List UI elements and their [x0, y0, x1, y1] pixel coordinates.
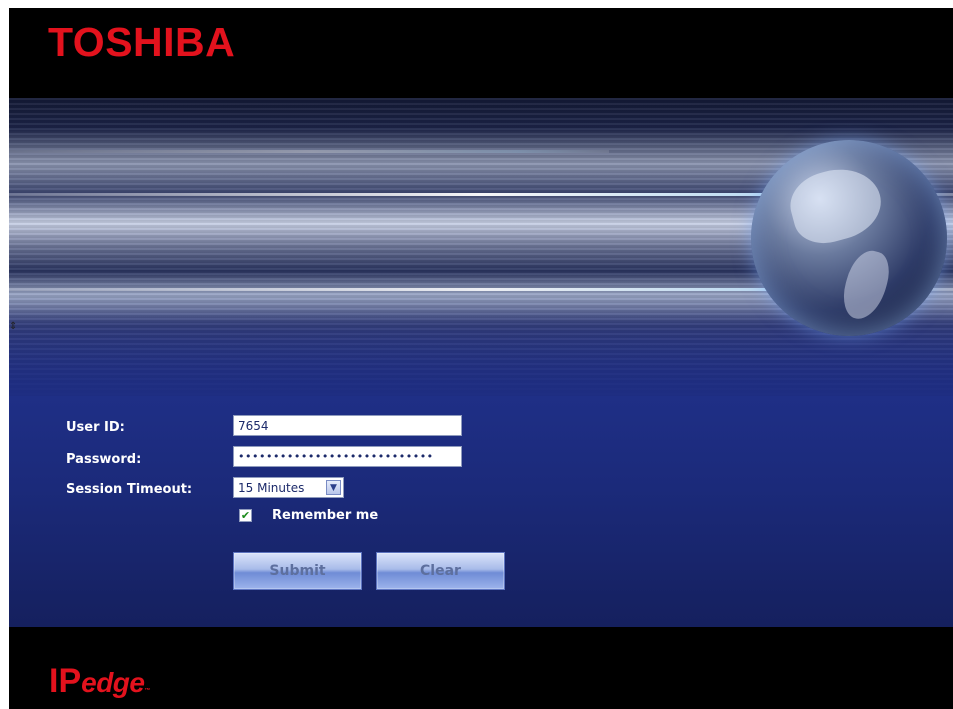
toshiba-logo: TOSHIBA	[48, 19, 236, 65]
password-label: Password:	[66, 452, 142, 467]
session-timeout-value: 15 Minutes	[238, 481, 305, 495]
ipedge-logo-ip: IP	[49, 662, 82, 700]
userid-label: User ID:	[66, 420, 125, 435]
ipedge-logo-tm: ™	[144, 688, 151, 694]
globe-banner	[9, 98, 953, 396]
remember-me-label[interactable]: Remember me	[272, 508, 378, 523]
resize-arrows-icon: ⇕	[9, 321, 18, 332]
ipedge-logo: IPedge™	[49, 664, 150, 708]
footer: IPedge™	[9, 627, 953, 709]
submit-button[interactable]: Submit	[233, 552, 362, 590]
userid-input[interactable]: 7654	[233, 415, 462, 436]
session-timeout-select[interactable]: 15 Minutes ▼	[233, 477, 344, 498]
remember-me-checkbox[interactable]: ✔	[239, 509, 252, 522]
ipedge-logo-edge: edge	[81, 667, 145, 698]
chevron-down-icon[interactable]: ▼	[326, 480, 341, 495]
password-input[interactable]: ••••••••••••••••••••••••••••	[233, 446, 462, 467]
session-timeout-label: Session Timeout:	[66, 482, 193, 497]
globe-image	[751, 140, 947, 336]
light-streak	[9, 150, 609, 153]
clear-button[interactable]: Clear	[376, 552, 505, 590]
login-panel: User ID: 7654 Password: ••••••••••••••••…	[9, 396, 953, 627]
header: TOSHIBA	[9, 8, 953, 98]
app-frame: TOSHIBA ⇕ User ID: 7654 Password: ••••••…	[9, 8, 953, 709]
